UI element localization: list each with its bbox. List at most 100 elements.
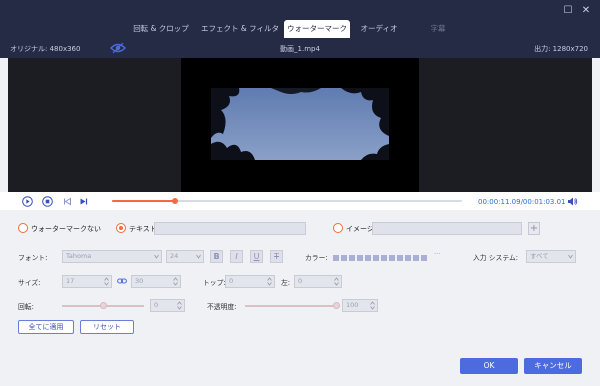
text-label: テキスト (129, 225, 157, 233)
radio-text[interactable] (116, 223, 126, 233)
rotation-opacity-row: 回転: 0 不透明度: 100 (0, 297, 600, 313)
stop-icon[interactable] (42, 196, 53, 207)
bold-button[interactable]: B (210, 250, 223, 263)
chevron-down-icon (568, 254, 573, 259)
radio-image[interactable] (333, 223, 343, 233)
current-time: 00:00:11.09 (478, 198, 521, 206)
color-swatch[interactable] (381, 255, 387, 261)
color-swatch[interactable] (389, 255, 395, 261)
strikethrough-button[interactable]: T (270, 250, 283, 263)
ok-button[interactable]: OK (460, 358, 518, 374)
chevron-down-icon (196, 254, 201, 259)
rotation-slider[interactable] (62, 302, 144, 309)
tab-effect-filter[interactable]: エフェクト & フィルター (200, 20, 280, 51)
maximize-icon[interactable]: ☐ (562, 5, 574, 17)
font-row: フォント: Tahoma 24 B I U T カラー: ··· 入力 システム… (0, 248, 600, 264)
font-select[interactable]: Tahoma (62, 250, 162, 263)
image-path-input[interactable] (372, 222, 522, 235)
font-size-value: 24 (170, 252, 179, 260)
top-stepper[interactable]: 0 (225, 275, 275, 288)
video-thumbnail (211, 88, 389, 160)
font-value: Tahoma (66, 252, 92, 260)
opacity-label: 不透明度: (207, 303, 237, 311)
stepper-arrows-icon (267, 277, 272, 286)
tab-subtitle: 字幕 (430, 24, 446, 33)
top-label: トップ: (203, 279, 226, 287)
width-value: 17 (66, 277, 75, 285)
info-bar: オリジナル: 480x360 動画_1.mp4 出力: 1280x720 (0, 38, 600, 58)
top-value: 0 (229, 277, 234, 285)
opacity-stepper[interactable]: 100 (342, 299, 378, 312)
color-swatch[interactable] (405, 255, 411, 261)
color-swatch[interactable] (357, 255, 363, 261)
stepper-arrows-icon (334, 277, 339, 286)
stepper-arrows-icon (173, 277, 178, 286)
opacity-slider-handle[interactable] (333, 302, 340, 309)
text-watermark-input[interactable] (154, 222, 306, 235)
watermark-type-row: ウォーターマークない テキスト イメージ + (0, 220, 600, 238)
add-image-button[interactable]: + (528, 222, 540, 235)
no-watermark-label: ウォーターマークない (31, 225, 101, 233)
left-value: 0 (298, 277, 303, 285)
next-frame-icon[interactable] (78, 196, 89, 207)
size-row: サイズ: 17 30 トップ: 0 左: 0 (0, 273, 600, 289)
input-system-select[interactable]: すべて (526, 250, 576, 263)
apply-to-all-button[interactable]: 全てに適用 (18, 320, 74, 334)
rotation-value: 0 (154, 301, 159, 309)
previous-frame-icon[interactable] (62, 196, 73, 207)
left-label: 左: (281, 279, 291, 287)
cancel-button[interactable]: キャンセル (524, 358, 582, 374)
reset-button[interactable]: リセット (80, 320, 134, 334)
height-value: 30 (135, 277, 144, 285)
color-swatch[interactable] (421, 255, 427, 261)
rotation-label: 回転: (18, 303, 34, 311)
output-resolution: 出力: 1280x720 (534, 45, 588, 53)
total-time: /00:01:03.01 (520, 198, 566, 206)
color-swatch[interactable] (365, 255, 371, 261)
color-swatch[interactable] (333, 255, 339, 261)
chevron-down-icon (154, 254, 159, 259)
color-swatch[interactable] (341, 255, 347, 261)
height-stepper[interactable]: 30 (131, 275, 181, 288)
tab-audio[interactable]: オーディオ (354, 20, 404, 38)
play-icon[interactable] (22, 196, 33, 207)
size-label: サイズ: (18, 279, 41, 287)
input-system-label: 入力 システム: (473, 254, 519, 262)
color-swatch[interactable] (349, 255, 355, 261)
color-swatch[interactable] (397, 255, 403, 261)
rotation-slider-handle[interactable] (100, 302, 107, 309)
progress-fill (112, 200, 175, 202)
file-name: 動画_1.mp4 (280, 45, 320, 53)
radio-no-watermark[interactable] (18, 223, 28, 233)
stepper-arrows-icon (177, 301, 182, 310)
more-colors-icon[interactable]: ··· (434, 250, 440, 258)
player-controls: 00:00:11.09/00:01:03.01 (0, 192, 600, 210)
stepper-arrows-icon (104, 277, 109, 286)
tab-watermark[interactable]: ウォーターマーク (284, 20, 350, 38)
color-swatch[interactable] (373, 255, 379, 261)
time-readout: 00:00:11.09/00:01:03.01 (478, 198, 566, 206)
tab-rotate-crop[interactable]: 回転 & クロップ (126, 20, 196, 38)
underline-button[interactable]: U (250, 250, 263, 263)
width-stepper[interactable]: 17 (62, 275, 112, 288)
color-swatch[interactable] (413, 255, 419, 261)
opacity-slider[interactable] (245, 302, 340, 309)
italic-button[interactable]: I (230, 250, 243, 263)
opacity-value: 100 (346, 301, 359, 309)
tab-bar: 回転 & クロップ エフェクト & フィルター ウォーターマーク オーディオ 字… (0, 20, 600, 51)
video-preview (8, 58, 592, 192)
progress-handle[interactable] (172, 198, 178, 204)
rotation-stepper[interactable]: 0 (150, 299, 185, 312)
video-frame (181, 58, 419, 192)
font-label: フォント: (18, 254, 48, 262)
stepper-arrows-icon (370, 301, 375, 310)
left-stepper[interactable]: 0 (294, 275, 342, 288)
link-icon[interactable] (117, 277, 127, 285)
volume-icon[interactable] (567, 196, 578, 207)
font-size-select[interactable]: 24 (166, 250, 204, 263)
color-label: カラー: (305, 254, 328, 262)
progress-bar[interactable] (112, 198, 462, 204)
close-icon[interactable]: ✕ (580, 5, 592, 17)
input-system-value: すべて (530, 252, 549, 260)
image-label: イメージ (346, 225, 374, 233)
